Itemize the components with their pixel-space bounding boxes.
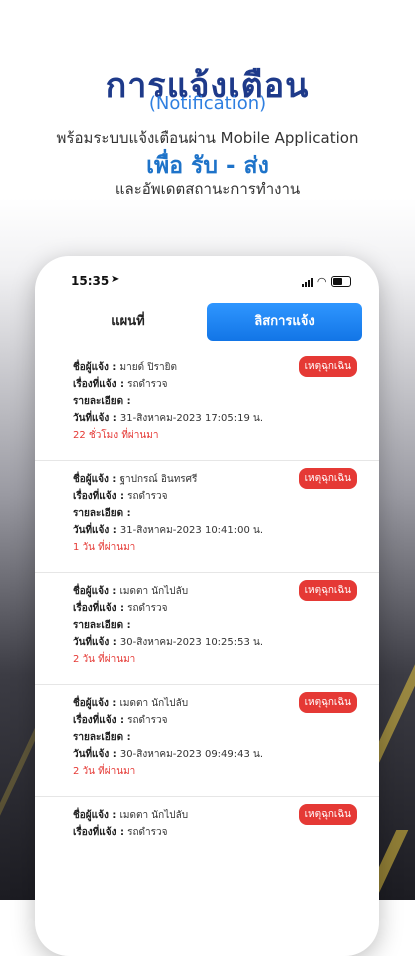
date-value: 30-สิงหาคม-2023 10:25:53 น. <box>119 637 264 648</box>
time-ago: 2 วัน ที่ผ่านมา <box>73 766 136 777</box>
wifi-icon: ◠ <box>317 275 326 288</box>
subject-row: เรื่องที่แจ้ง : รถดำรวจ <box>73 489 168 504</box>
date-row: วันที่แจ้ง : 30-สิงหาคม-2023 09:49:43 น. <box>73 747 263 762</box>
date-value: 30-สิงหาคม-2023 09:49:43 น. <box>119 749 264 760</box>
emergency-badge: เหตุฉุกเฉิน <box>298 356 357 377</box>
reporter-label: ชื่อผู้แจ้ง : <box>73 810 117 821</box>
notification-card[interactable]: ชื่อผู้แจ้ง : ฐาปกรณ์ อินทรศรี เรื่องที่… <box>35 460 379 573</box>
status-icons: ◠ <box>301 275 351 288</box>
reporter-row: ชื่อผู้แจ้ง : มายด์ ปิรายิต <box>73 360 177 375</box>
date-label: วันที่แจ้ง : <box>73 637 117 648</box>
detail-row: รายละเอียด : <box>73 506 131 521</box>
subject-label: เรื่องที่แจ้ง : <box>73 379 124 390</box>
reporter-label: ชื่อผู้แจ้ง : <box>73 362 117 373</box>
detail-label: รายละเอียด : <box>73 620 131 631</box>
date-label: วันที่แจ้ง : <box>73 749 117 760</box>
reporter-row: ชื่อผู้แจ้ง : เมดตา นักไปลับ <box>73 696 188 711</box>
date-value: 31-สิงหาคม-2023 17:05:19 น. <box>119 413 264 424</box>
notification-card[interactable]: ชื่อผู้แจ้ง : เมดตา นักไปลับ เรื่องที่แจ… <box>35 796 379 908</box>
time-ago: 1 วัน ที่ผ่านมา <box>73 542 136 553</box>
detail-row: รายละเอียด : <box>73 618 131 633</box>
subject-row: เรื่องที่แจ้ง : รถดำรวจ <box>73 713 168 728</box>
detail-row: รายละเอียด : <box>73 394 131 409</box>
subject-value: รถดำรวจ <box>127 827 168 838</box>
reporter-row: ชื่อผู้แจ้ง : เมดตา นักไปลับ <box>73 584 188 599</box>
subject-label: เรื่องที่แจ้ง : <box>73 491 124 502</box>
date-row: วันที่แจ้ง : 31-สิงหาคม-2023 10:41:00 น. <box>73 523 263 538</box>
tab-map[interactable]: แผนที่ <box>63 303 193 341</box>
time-ago: 22 ชั่วโมง ที่ผ่านมา <box>73 430 159 441</box>
subject-label: เรื่องที่แจ้ง : <box>73 827 124 838</box>
notification-card[interactable]: ชื่อผู้แจ้ง : เมดตา นักไปลับ เรื่องที่แจ… <box>35 572 379 685</box>
reporter-value: เมดตา นักไปลับ <box>119 698 189 709</box>
date-row: วันที่แจ้ง : 31-สิงหาคม-2023 17:05:19 น. <box>73 411 263 426</box>
reporter-value: ฐาปกรณ์ อินทรศรี <box>119 474 198 485</box>
detail-label: รายละเอียด : <box>73 508 131 519</box>
reporter-label: ชื่อผู้แจ้ง : <box>73 474 117 485</box>
tab-notification-list[interactable]: ลิสการแจ้ง <box>207 303 362 341</box>
location-arrow-icon: ➤ <box>111 274 120 285</box>
detail-label: รายละเอียด : <box>73 396 131 407</box>
status-bar: 15:35 ➤ ◠ <box>71 274 351 290</box>
page-description-2: และอัพเดตสถานะการทำงาน <box>114 180 301 198</box>
notification-card[interactable]: ชื่อผู้แจ้ง : มายด์ ปิรายิต เรื่องที่แจ้… <box>35 348 379 461</box>
emergency-badge: เหตุฉุกเฉิน <box>298 580 357 601</box>
notification-card[interactable]: ชื่อผู้แจ้ง : เมดตา นักไปลับ เรื่องที่แจ… <box>35 684 379 797</box>
time-ago: 2 วัน ที่ผ่านมา <box>73 654 136 665</box>
subject-value: รถดำรวจ <box>127 603 168 614</box>
detail-label: รายละเอียด : <box>73 732 131 743</box>
subject-label: เรื่องที่แจ้ง : <box>73 603 124 614</box>
signal-icon <box>301 277 313 287</box>
subject-row: เรื่องที่แจ้ง : รถดำรวจ <box>73 377 168 392</box>
status-time: 15:35 <box>71 274 110 288</box>
reporter-label: ชื่อผู้แจ้ง : <box>73 586 117 597</box>
reporter-label: ชื่อผู้แจ้ง : <box>73 698 117 709</box>
page-description: พร้อมระบบแจ้งเตือนผ่าน Mobile Applicatio… <box>56 129 359 147</box>
reporter-value: เมดตา นักไปลับ <box>119 810 189 821</box>
reporter-row: ชื่อผู้แจ้ง : เมดตา นักไปลับ <box>73 808 188 823</box>
reporter-row: ชื่อผู้แจ้ง : ฐาปกรณ์ อินทรศรี <box>73 472 197 487</box>
subject-value: รถดำรวจ <box>127 715 168 726</box>
emergency-badge: เหตุฉุกเฉิน <box>298 804 357 825</box>
date-label: วันที่แจ้ง : <box>73 525 117 536</box>
date-row: วันที่แจ้ง : 30-สิงหาคม-2023 10:25:53 น. <box>73 635 263 650</box>
subject-row: เรื่องที่แจ้ง : รถดำรวจ <box>73 825 168 840</box>
phone-frame: 15:35 ➤ ◠ แผนที่ ลิสการแจ้ง ชื่อผู้แจ้ง … <box>35 256 379 956</box>
subject-row: เรื่องที่แจ้ง : รถดำรวจ <box>73 601 168 616</box>
battery-icon <box>331 276 351 287</box>
date-label: วันที่แจ้ง : <box>73 413 117 424</box>
reporter-value: มายด์ ปิรายิต <box>119 362 177 373</box>
emergency-badge: เหตุฉุกเฉิน <box>298 692 357 713</box>
subject-value: รถดำรวจ <box>127 491 168 502</box>
tab-bar: แผนที่ ลิสการแจ้ง <box>35 303 379 343</box>
date-value: 31-สิงหาคม-2023 10:41:00 น. <box>119 525 264 536</box>
subject-value: รถดำรวจ <box>127 379 168 390</box>
reporter-value: เมดตา นักไปลับ <box>119 586 189 597</box>
page-subtitle: (Notification) <box>148 93 267 114</box>
subject-label: เรื่องที่แจ้ง : <box>73 715 124 726</box>
emergency-badge: เหตุฉุกเฉิน <box>298 468 357 489</box>
detail-row: รายละเอียด : <box>73 730 131 745</box>
